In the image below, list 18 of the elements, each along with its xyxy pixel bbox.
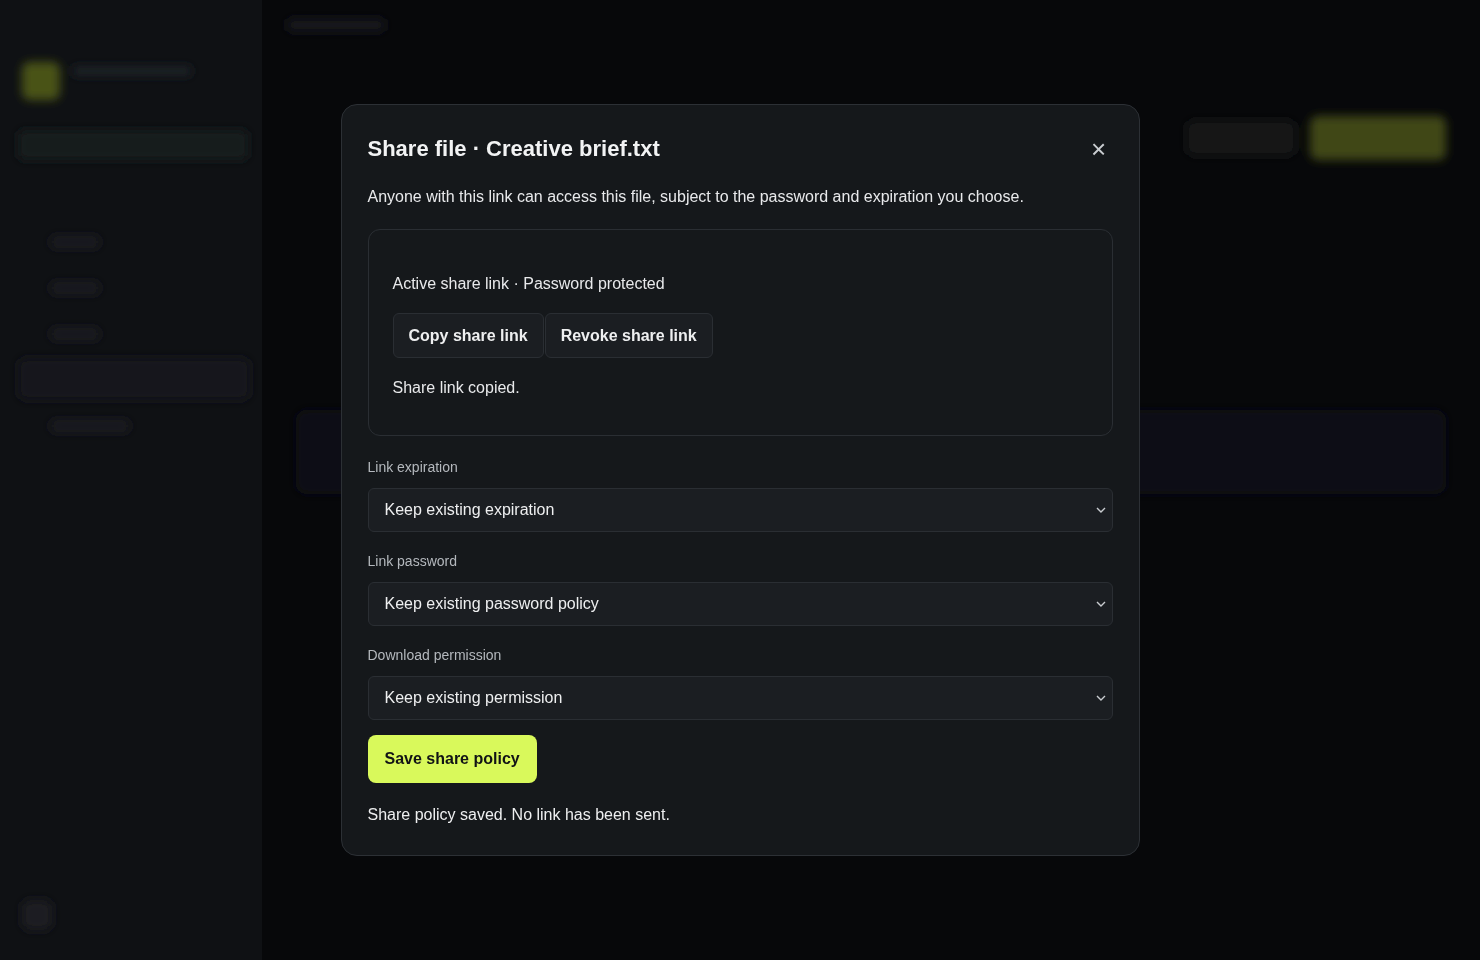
close-button[interactable]: × <box>1086 137 1111 161</box>
select-field[interactable]: Keep existing expiration <box>367 488 1113 532</box>
dialog-title: Share file · Creative brief.txt <box>367 135 660 163</box>
select-field[interactable]: Keep existing password policy <box>367 582 1113 626</box>
dialog-description: Anyone with this link can access this file, subject to the password and expiration you choose. <box>367 187 1025 207</box>
field-label: Link password <box>367 552 458 571</box>
select-value: Keep existing password policy <box>384 594 599 614</box>
select-field[interactable]: Keep existing permission <box>367 676 1113 720</box>
status-message: Share link copied. <box>392 378 521 398</box>
field-label: Download permission <box>367 646 503 665</box>
footer-message: Share policy saved. No link has been sent. <box>367 805 671 825</box>
share-link-button[interactable]: Revoke share link <box>544 313 713 358</box>
select-value: Keep existing expiration <box>384 500 555 520</box>
link-status: Active share link · Password protected <box>392 274 666 294</box>
share-link-button[interactable]: Copy share link <box>392 313 544 358</box>
save-button[interactable]: Save share policy <box>367 735 537 783</box>
select-value: Keep existing permission <box>384 688 563 708</box>
field-label: Link expiration <box>367 458 459 477</box>
